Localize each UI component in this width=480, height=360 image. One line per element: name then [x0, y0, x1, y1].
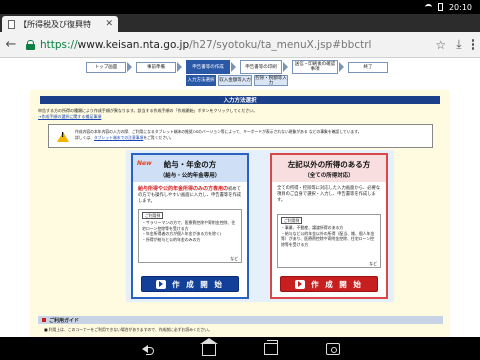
example-label: ご利用例	[142, 212, 164, 220]
back-icon[interactable]: ←	[0, 37, 22, 52]
step-top[interactable]: トップ画面	[86, 62, 126, 73]
notice-text: 本年内容の入力の際、ご利用になるタブレット端末の推奨OSのバージョン等によって、…	[93, 129, 362, 134]
tab-title: 【所得税及び復興特	[19, 19, 91, 29]
substep-input-method: 入力方法選択	[186, 75, 216, 86]
star-icon[interactable]: ☆	[435, 38, 446, 52]
intro-text: 申告する方の所得の種類により作成手順が異なります。該当する作成手順の「作成開始」…	[38, 108, 443, 120]
substep-income-input: 収入金額等入力	[218, 75, 252, 86]
step-arrow-icon	[283, 62, 288, 72]
step-arrow-icon	[177, 62, 182, 72]
browser-tab[interactable]: 【所得税及び復興特 ✕	[2, 16, 118, 32]
card-description: 給与所得や公的年金所得のみの方専用の初めての方でも操作しやすい画面に入力し、申告…	[133, 182, 247, 205]
tablet-notes-link[interactable]: タブレット端末での注意事項	[94, 135, 143, 140]
step-prepare[interactable]: 事前準備	[136, 62, 176, 73]
close-icon[interactable]: ✕	[105, 19, 113, 29]
card-subtitle: （給与・公的年金専用）	[159, 172, 221, 179]
example-item: ・給与など公的年金以外の所得（配当、雑、個人年金等）があり、医療費控除や寄附金控…	[281, 230, 375, 247]
step-end: 終了	[348, 62, 388, 73]
menu-icon[interactable]	[471, 38, 474, 52]
download-icon[interactable]: ⤓	[456, 37, 461, 52]
supplement-link[interactable]: →作成手順の選択に関する補足事項	[38, 114, 443, 120]
tab-strip: 【所得税及び復興特 ✕	[0, 14, 480, 42]
page-title: 入力方法選択	[40, 96, 440, 104]
arrow-right-icon	[295, 279, 306, 289]
card-header: New 給与・年金の方 （給与・公的年金専用）	[133, 155, 247, 182]
url-host: www.keisan.nta.go.jp	[77, 38, 190, 51]
example-item: ・所得が給与と公的年金のみの方	[142, 236, 201, 242]
example-box: ご利用例 ・サラリーマンの方で、医療費控除や寄附金控除、住宅ローン控除等を受ける…	[138, 209, 242, 263]
other-income-card: 左記以外の所得のある方 （全ての所得対応） 全ての所得・控除等に対応した入力画面…	[270, 153, 388, 299]
battery-icon	[437, 3, 443, 11]
card-title: 左記以外の所得のある方	[287, 159, 371, 169]
url-path: /h27/syotoku/ta_menuX.jsp#bbctrl	[189, 38, 372, 51]
lock-icon	[26, 39, 35, 50]
start-button-label: 作 成 開 始	[172, 279, 224, 289]
main-content: 入力方法選択 申告する方の所得の種類により作成手順が異なります。該当する作成手順…	[30, 90, 450, 337]
system-nav-bar	[0, 337, 480, 360]
status-bar: 20:10	[0, 0, 480, 14]
example-tail: など	[230, 255, 238, 261]
screenshot-icon[interactable]	[326, 342, 340, 355]
step-arrow-icon	[127, 62, 132, 72]
example-box: ご利用例 ・事業、不動産、譲渡所得のある方 ・給与など公的年金以外の所得（配当、…	[277, 214, 381, 268]
start-button-label: 作 成 開 始	[311, 279, 363, 289]
home-nav-icon[interactable]	[200, 337, 218, 356]
card-title: 給与・年金の方	[163, 159, 217, 169]
card-subtitle: （全ての所得対応）	[304, 172, 354, 179]
browser-toolbar: ← https://www.keisan.nta.go.jp/h27/syoto…	[0, 32, 480, 58]
step-create: 申告書等の作成	[186, 60, 230, 74]
step-print: 申告書等の印刷	[240, 60, 282, 74]
back-nav-icon[interactable]	[140, 343, 154, 355]
url-scheme: https://	[40, 38, 78, 51]
card-header: 左記以外の所得のある方 （全ての所得対応）	[272, 155, 386, 182]
recent-apps-icon[interactable]	[264, 339, 278, 355]
step-confirm: 送信・印刷後の確認事項	[292, 60, 338, 74]
guide-title: ご利用ガイド	[49, 317, 80, 324]
example-tail: など	[369, 260, 377, 266]
example-item: ・サラリーマンの方で、医療費控除や寄附金控除、住宅ローン控除等を受ける方	[142, 220, 236, 231]
square-icon	[42, 318, 46, 322]
card-description: 全ての所得・控除等に対応した入力画面から、必要な項目のご自身で選択・入力し、申告…	[277, 186, 381, 203]
salary-start-button[interactable]: 作 成 開 始	[141, 276, 239, 292]
card-description-emphasis: 給与所得や公的年金所得のみの方専用の	[138, 186, 229, 192]
document-icon	[8, 19, 15, 29]
notice-prefix: 作成内容の	[75, 129, 94, 134]
substep-deduction-input: 控除・税額等入力	[254, 75, 288, 86]
address-bar[interactable]: https://www.keisan.nta.go.jp/h27/syotoku…	[22, 35, 435, 55]
usage-guide-bar: ご利用ガイド	[38, 316, 443, 324]
wifi-icon	[424, 4, 432, 10]
step-arrow-icon	[231, 62, 236, 72]
progress-steps: トップ画面 事前準備 申告書等の作成 申告書等の印刷 送信・印刷後の確認事項 終…	[86, 60, 398, 86]
web-page: トップ画面 事前準備 申告書等の作成 申告書等の印刷 送信・印刷後の確認事項 終…	[0, 58, 480, 337]
step-arrow-icon	[339, 62, 344, 72]
arrow-right-icon	[156, 279, 167, 289]
notice-text2: 詳しくは、	[75, 134, 94, 140]
other-start-button[interactable]: 作 成 開 始	[280, 276, 378, 292]
clock: 20:10	[448, 2, 472, 12]
new-badge: New	[137, 160, 152, 167]
salary-pension-card: New 給与・年金の方 （給与・公的年金専用） 給与所得や公的年金所得のみの方専…	[131, 153, 249, 299]
selection-cards: New 給与・年金の方 （給与・公的年金専用） 給与所得や公的年金所得のみの方専…	[126, 150, 394, 302]
notice-box: 作成内容の本年内容の入力の際、ご利用になるタブレット端末の推奨OSのバージョン等…	[48, 124, 433, 148]
guide-text: ■ 利用上は、このコーナーをご利用できない場合がありますので、作成前に必ずお読み…	[44, 327, 212, 332]
notice-tail: をご覧ください。	[143, 134, 174, 140]
example-label: ご利用例	[281, 217, 303, 225]
warning-icon	[57, 132, 69, 142]
